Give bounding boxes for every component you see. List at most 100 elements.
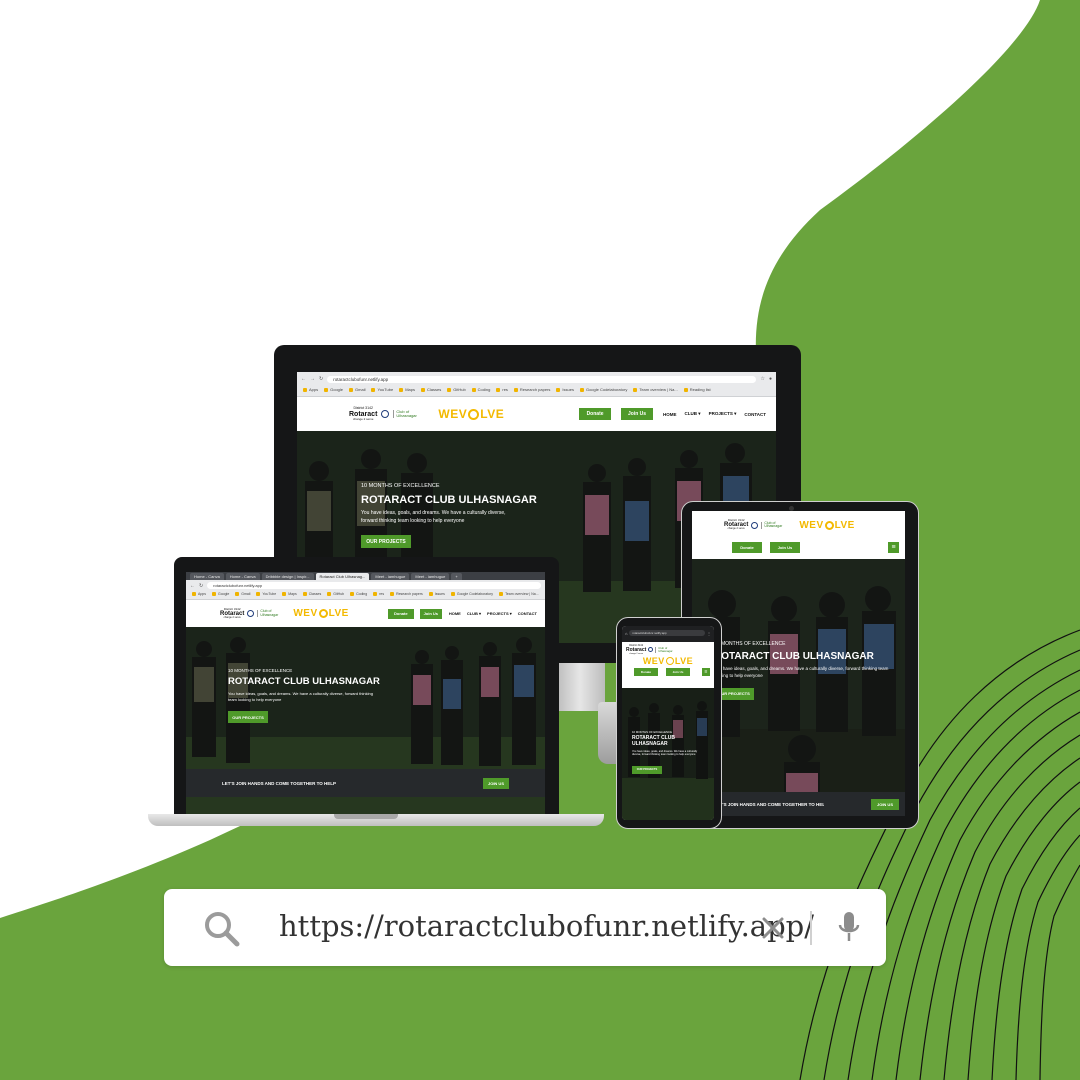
- donate-button[interactable]: Donate: [732, 541, 762, 553]
- wevolve-logo[interactable]: WEV LVE: [643, 656, 693, 666]
- hero-section: 10 MONTHS OF EXCELLENCE ROTARACT CLUB UL…: [186, 627, 545, 814]
- hero-description: You have ideas, goals, and dreams. We ha…: [228, 691, 373, 702]
- donate-button[interactable]: Donate: [634, 667, 658, 676]
- our-projects-button[interactable]: OUR PROJECTS: [632, 765, 662, 774]
- hero-tagline: 10 MONTHS OF EXCELLENCE: [632, 730, 672, 734]
- bookmark-item[interactable]: res: [373, 592, 384, 596]
- hero-title: ROTARACT CLUB ULHASNAGAR: [228, 676, 380, 687]
- menu-icon[interactable]: ≡: [702, 667, 710, 676]
- join-us-button[interactable]: Join Us: [770, 541, 800, 553]
- star-icon[interactable]: ☆: [760, 376, 764, 382]
- nav-club[interactable]: CLUB ▾: [685, 411, 701, 417]
- bookmark-item[interactable]: Gmail: [349, 387, 365, 392]
- close-icon[interactable]: [761, 916, 785, 940]
- nav-home[interactable]: HOME: [663, 412, 677, 417]
- reload-icon[interactable]: ↻: [199, 583, 203, 589]
- nav-projects[interactable]: PROJECTS ▾: [709, 411, 737, 417]
- divider: [810, 911, 812, 945]
- browser-tab[interactable]: Home - Canva: [190, 573, 224, 580]
- bookmark-item[interactable]: Google: [211, 592, 229, 596]
- bookmark-item[interactable]: Classes: [302, 592, 321, 596]
- site-header: District 3142 Rotaract change 2 serve Cl…: [186, 600, 545, 627]
- bookmark-item[interactable]: Classes: [420, 387, 441, 392]
- join-hands-strip: LET'S JOIN HANDS AND COME TOGETHER TO HE…: [186, 769, 545, 797]
- menu-icon[interactable]: ≡: [888, 541, 899, 553]
- bookmark-item[interactable]: Google Codelaboratory: [579, 387, 627, 392]
- address-bar[interactable]: rotaractclubofunr.netlify.app: [207, 582, 541, 589]
- microphone-icon[interactable]: [836, 910, 862, 944]
- browser-tab[interactable]: Meet - iamhugue: [371, 573, 410, 580]
- bookmark-item[interactable]: YouTube: [371, 387, 393, 392]
- donate-button[interactable]: Donate: [387, 608, 414, 619]
- home-icon[interactable]: ⌂: [625, 631, 627, 636]
- browser-tab[interactable]: Dribbble design | Inspir...: [261, 573, 314, 580]
- bookmark-item[interactable]: Coding: [350, 592, 367, 596]
- search-icon[interactable]: [202, 909, 242, 949]
- bookmark-item[interactable]: Apps: [303, 387, 318, 392]
- bookmark-item[interactable]: Maps: [399, 387, 415, 392]
- reload-icon[interactable]: ↻: [319, 376, 323, 382]
- url-search-bar[interactable]: https://rotaractclubofunr.netlify.app/: [164, 889, 886, 966]
- rotaract-logo[interactable]: District 3142 Rotaract change 2 serve: [220, 607, 244, 620]
- donate-button[interactable]: Donate: [579, 408, 612, 420]
- bookmark-item[interactable]: Research papers: [390, 592, 423, 596]
- browser-tab-active[interactable]: Rotaract Club Ulhasnag...: [315, 573, 370, 580]
- laptop-notch: [334, 814, 398, 819]
- hero-description: You have ideas, goals, and dreams. We ha…: [632, 749, 698, 757]
- nav-projects[interactable]: PROJECTS ▾: [487, 611, 512, 616]
- bookmark-item[interactable]: Team overview | Na...: [499, 592, 539, 596]
- hero-tagline: 10 MONTHS OF EXCELLENCE: [714, 641, 786, 647]
- bookmark-item[interactable]: GitHub: [447, 387, 466, 392]
- bookmark-item[interactable]: Issues: [428, 592, 445, 596]
- bookmark-item[interactable]: Maps: [282, 592, 297, 596]
- address-bar[interactable]: rotaractclubofunr.netlify.app: [629, 630, 705, 636]
- rotaract-logo[interactable]: District 3142 Rotaract change 2 serve: [724, 519, 748, 531]
- bookmark-item[interactable]: Team overview | Na...: [633, 387, 678, 392]
- forward-icon[interactable]: →: [310, 376, 315, 382]
- nav-club[interactable]: CLUB ▾: [467, 611, 481, 616]
- nav-contact[interactable]: CONTACT: [518, 611, 537, 616]
- join-us-button[interactable]: Join Us: [666, 667, 690, 676]
- our-projects-button[interactable]: OUR PROJECTS: [361, 535, 411, 548]
- search-url-text[interactable]: https://rotaractclubofunr.netlify.app/: [279, 909, 814, 943]
- address-bar[interactable]: rotaractclubofunr.netlify.app: [327, 375, 757, 383]
- rotaract-logo[interactable]: District 3142 Rotaract change 2 serve: [349, 407, 377, 421]
- browser-tab[interactable]: Meet - iamhugue: [411, 573, 450, 580]
- profile-icon[interactable]: ●: [769, 376, 772, 382]
- bookmark-item[interactable]: Issues: [556, 387, 574, 392]
- hero-content: 10 MONTHS OF EXCELLENCE ROTARACT CLUB UL…: [228, 668, 428, 724]
- rotaract-logo[interactable]: District 3142 Rotaract change 2 serve: [626, 644, 646, 654]
- tabs-icon[interactable]: ⋮: [707, 631, 711, 636]
- back-icon[interactable]: ←: [190, 583, 195, 589]
- site-header: District 3142 Rotaract change 2 serve Cl…: [692, 511, 905, 559]
- bookmark-item[interactable]: res: [496, 387, 508, 392]
- wevolve-logo[interactable]: WEV LVE: [799, 520, 855, 531]
- join-us-button[interactable]: Join Us: [419, 608, 442, 619]
- bookmark-item[interactable]: Gmail: [235, 592, 250, 596]
- new-tab-icon[interactable]: +: [451, 573, 462, 580]
- wevolve-logo[interactable]: WEV LVE: [438, 407, 504, 421]
- bookmark-item[interactable]: Google: [324, 387, 343, 392]
- browser-tab[interactable]: Home - Canva: [225, 573, 260, 580]
- wevolve-logo[interactable]: WEV LVE: [293, 608, 349, 619]
- nav-contact[interactable]: CONTACT: [744, 412, 766, 417]
- hero-content: 10 MONTHS OF EXCELLENCE ROTARACT CLUB UL…: [632, 730, 712, 775]
- phone-website-screen: ⌂ rotaractclubofunr.netlify.app ⋮ Distri…: [622, 626, 714, 820]
- tablet-website-screen: District 3142 Rotaract change 2 serve Cl…: [692, 511, 905, 816]
- hero-title: ROTARACT CLUB ULHASNAGAR: [632, 735, 675, 747]
- bookmark-item[interactable]: YouTube: [256, 592, 276, 596]
- bookmark-item[interactable]: Coding: [471, 387, 490, 392]
- nav-home[interactable]: HOME: [449, 611, 461, 616]
- bookmark-item[interactable]: Google Codelaboratory: [450, 592, 493, 596]
- bookmark-item[interactable]: Reading list: [683, 387, 711, 392]
- back-icon[interactable]: ←: [301, 376, 306, 382]
- bookmark-item[interactable]: Research papers: [513, 387, 550, 392]
- join-us-button[interactable]: Join Us: [621, 408, 654, 420]
- bookmark-item[interactable]: Apps: [192, 592, 206, 596]
- hero-tagline: 10 MONTHS OF EXCELLENCE: [228, 668, 293, 673]
- strip-join-button[interactable]: JOIN US: [483, 777, 509, 789]
- join-hands-strip: LET'S JOIN HANDS AND COME TOGETHER TO HE…: [692, 792, 905, 816]
- our-projects-button[interactable]: OUR PROJECTS: [228, 711, 268, 723]
- bookmark-item[interactable]: GitHub: [327, 592, 344, 596]
- strip-join-button[interactable]: JOIN US: [871, 798, 899, 810]
